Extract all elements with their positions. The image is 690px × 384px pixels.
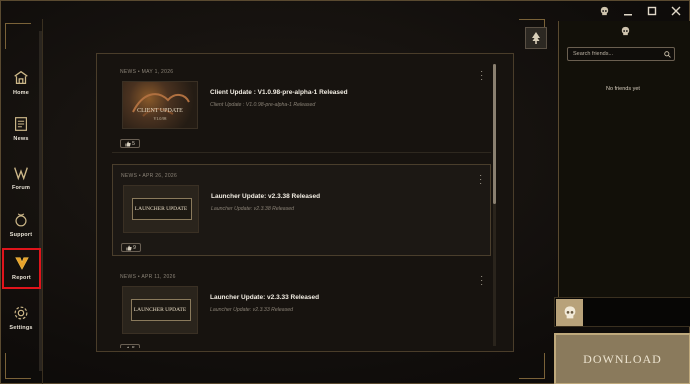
maximize-icon[interactable] <box>645 4 659 18</box>
news-meta: NEWS • APR 26, 2026 <box>121 173 178 179</box>
pin-button[interactable] <box>525 27 547 49</box>
thumb-title: LAUNCHER UPDATE <box>133 307 187 313</box>
news-thumbnail: CLIENT UPDATE V1.0.98 <box>122 81 198 129</box>
report-icon <box>14 257 29 270</box>
search-placeholder: Search friends... <box>573 51 614 57</box>
news-meta: NEWS • APR 11, 2026 <box>120 274 176 280</box>
profile-bar[interactable] <box>554 297 690 327</box>
launcher-window: Home News Forum Support Report Settings <box>0 0 690 384</box>
thumb-title: CLIENT UPDATE <box>137 108 183 114</box>
thumbs-up-icon <box>126 245 132 250</box>
like-count: 5 <box>132 140 135 147</box>
tree-icon <box>532 32 540 44</box>
news-subtitle: Client Update : V1.0.98-pre-alpha-1 Rele… <box>210 102 316 108</box>
friend-search-input[interactable]: Search friends... <box>567 47 675 61</box>
scrollbar-thumb[interactable] <box>493 64 496 204</box>
sidebar-item-label: Settings <box>9 325 33 331</box>
like-button[interactable]: 9 <box>121 243 141 252</box>
more-options-icon[interactable]: · · · <box>480 273 483 289</box>
news-title[interactable]: Client Update : V1.0.98-pre-alpha-1 Rele… <box>210 89 348 96</box>
sidebar-item-label: Home <box>12 90 30 96</box>
news-card[interactable]: NEWS • MAY 1, 2026 CLIENT UPDATE V1.0.98… <box>112 61 491 153</box>
forum-icon <box>14 167 28 181</box>
like-count: 5 <box>132 346 135 349</box>
close-icon[interactable] <box>669 4 683 18</box>
news-icon <box>15 117 27 131</box>
thumbs-up-icon <box>125 346 131 348</box>
news-card[interactable]: NEWS • APR 26, 2026 LAUNCHER UPDATE Laun… <box>112 164 491 256</box>
download-button[interactable]: DOWNLOAD <box>554 333 690 384</box>
sidebar-item-label: Report <box>12 275 31 281</box>
news-title[interactable]: Launcher Update: v2.3.33 Released <box>210 294 319 301</box>
thumb-title: LAUNCHER UPDATE <box>134 206 188 212</box>
like-count: 9 <box>133 244 136 251</box>
like-button[interactable]: 5 <box>120 139 140 148</box>
thumb-version: V1.0.98 <box>153 116 167 121</box>
news-title[interactable]: Launcher Update: v2.3.38 Released <box>211 193 320 200</box>
news-scrollbar[interactable] <box>493 64 496 346</box>
like-button[interactable]: 5 <box>120 344 140 348</box>
news-meta: NEWS • MAY 1, 2026 <box>120 69 174 75</box>
sidebar-item-label: Support <box>9 232 33 238</box>
avatar-skull-icon <box>564 305 575 318</box>
support-icon <box>15 213 27 227</box>
thumbs-up-icon <box>125 141 131 146</box>
skull-emblem-icon <box>621 26 630 36</box>
empty-friends-text: No friends yet <box>606 86 640 92</box>
sidebar-item-label: Forum <box>11 185 31 191</box>
divider <box>112 152 491 153</box>
news-thumbnail: LAUNCHER UPDATE <box>123 185 199 233</box>
sidebar-rail <box>39 31 42 371</box>
dragon-art <box>132 93 190 117</box>
news-thumbnail: LAUNCHER UPDATE <box>122 286 198 334</box>
sidebar-item-settings[interactable]: Settings <box>3 304 39 342</box>
more-options-icon[interactable]: · · · <box>479 172 482 188</box>
news-list: NEWS • MAY 1, 2026 CLIENT UPDATE V1.0.98… <box>112 61 491 348</box>
avatar[interactable] <box>556 299 583 326</box>
sidebar-item-support[interactable]: Support <box>3 211 39 249</box>
sidebar-item-report[interactable]: Report <box>2 248 41 289</box>
news-subtitle: Launcher Update: v2.3.38 Released <box>211 206 295 212</box>
news-card[interactable]: NEWS • APR 11, 2026 LAUNCHER UPDATE Laun… <box>112 266 491 348</box>
friends-panel: Search friends... No friends yet <box>558 21 690 297</box>
skull-icon[interactable] <box>597 4 611 18</box>
sidebar-item-label: News <box>13 136 29 142</box>
more-options-icon[interactable]: · · · <box>480 68 483 84</box>
minimize-icon[interactable] <box>621 4 635 18</box>
frame-corner <box>519 353 545 379</box>
window-controls <box>597 4 683 18</box>
download-label: DOWNLOAD <box>583 351 662 366</box>
news-subtitle: Launcher Update: v2.3.33 Released <box>210 307 294 313</box>
news-panel: NEWS • MAY 1, 2026 CLIENT UPDATE V1.0.98… <box>96 53 514 352</box>
settings-icon <box>14 306 28 320</box>
home-icon <box>14 70 28 85</box>
search-icon[interactable] <box>660 50 674 58</box>
sidebar-item-forum[interactable]: Forum <box>3 164 39 202</box>
sidebar: Home News Forum Support Report Settings <box>1 19 43 384</box>
sidebar-item-home[interactable]: Home <box>3 69 39 107</box>
sidebar-item-news[interactable]: News <box>3 115 39 153</box>
